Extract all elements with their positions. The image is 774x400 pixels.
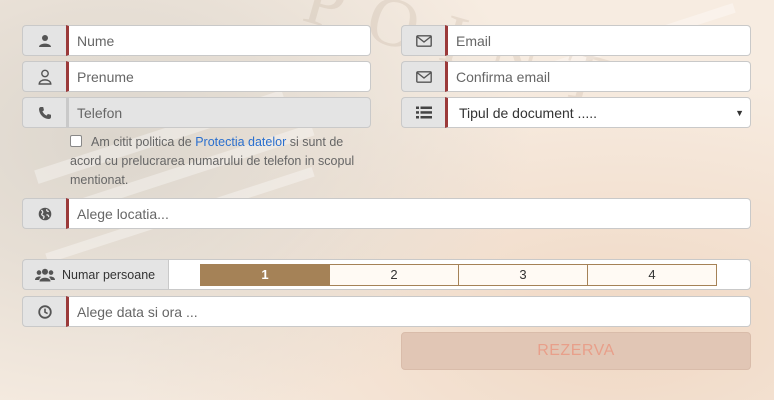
persons-addon: Numar persoane bbox=[22, 259, 168, 290]
phone-group bbox=[22, 97, 371, 128]
confirm-email-group bbox=[401, 61, 751, 92]
globe-icon bbox=[22, 198, 66, 229]
consent-checkbox[interactable] bbox=[70, 135, 82, 147]
persons-option-2[interactable]: 2 bbox=[329, 263, 459, 286]
clock-icon bbox=[22, 296, 66, 327]
user-icon bbox=[22, 25, 66, 56]
name-group bbox=[22, 25, 371, 56]
surname-input[interactable] bbox=[66, 61, 371, 92]
document-type-value: Tipul de document ..... bbox=[459, 104, 597, 121]
name-input[interactable] bbox=[66, 25, 371, 56]
list-icon bbox=[401, 97, 445, 128]
persons-option-1[interactable]: 1 bbox=[200, 263, 330, 286]
document-type-group: Tipul de document ..... ▼ bbox=[401, 97, 751, 128]
location-group bbox=[22, 198, 751, 229]
envelope-icon bbox=[401, 25, 445, 56]
email-group bbox=[401, 25, 751, 56]
phone-icon bbox=[22, 97, 66, 128]
persons-option-3[interactable]: 3 bbox=[458, 263, 588, 286]
caret-down-icon: ▼ bbox=[735, 107, 744, 118]
datetime-group bbox=[22, 296, 751, 327]
location-input[interactable] bbox=[66, 198, 751, 229]
phone-input[interactable] bbox=[66, 97, 371, 128]
persons-label: Numar persoane bbox=[62, 267, 156, 282]
document-type-select[interactable]: Tipul de document ..... ▼ bbox=[445, 97, 751, 128]
consent-text-before: Am citit politica de bbox=[91, 135, 196, 149]
consent-block: Am citit politica de Protectia datelor s… bbox=[70, 133, 370, 190]
surname-group bbox=[22, 61, 371, 92]
reserve-button[interactable]: REZERVA bbox=[401, 332, 751, 370]
persons-selector: 1 2 3 4 bbox=[168, 259, 751, 290]
persons-option-4[interactable]: 4 bbox=[587, 263, 717, 286]
privacy-policy-link[interactable]: Protectia datelor bbox=[195, 135, 286, 149]
confirm-email-input[interactable] bbox=[445, 61, 751, 92]
datetime-input[interactable] bbox=[66, 296, 751, 327]
email-input[interactable] bbox=[445, 25, 751, 56]
persons-group: Numar persoane 1 2 3 4 bbox=[22, 259, 751, 290]
envelope-icon bbox=[401, 61, 445, 92]
users-icon bbox=[35, 268, 55, 281]
user-outline-icon bbox=[22, 61, 66, 92]
